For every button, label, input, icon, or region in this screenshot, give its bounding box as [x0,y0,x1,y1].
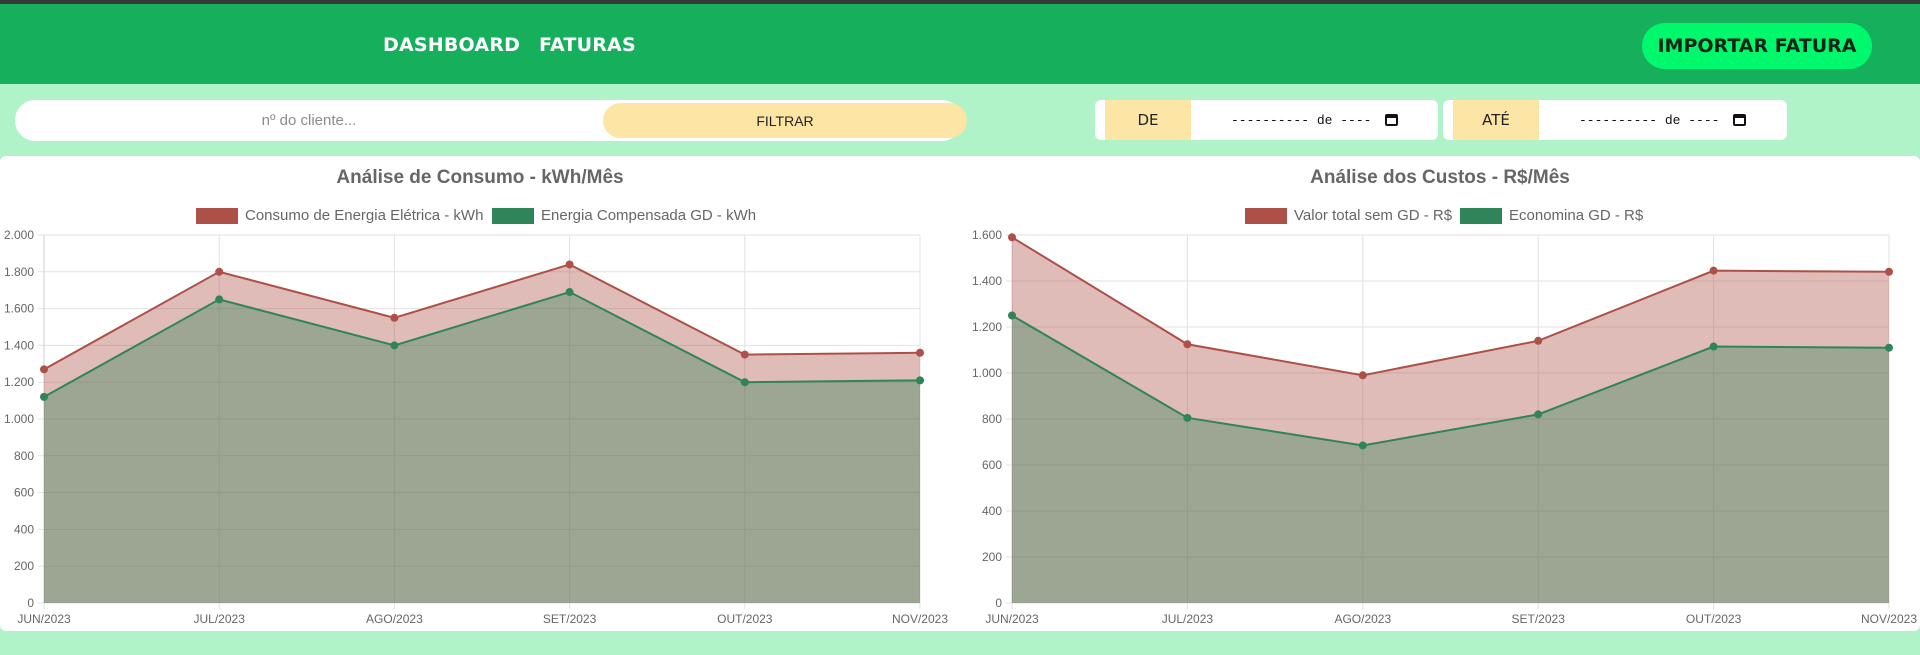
data-point [1358,371,1367,380]
x-tick-label: OUT/2023 [717,612,773,626]
y-tick-label: 800 [14,449,34,463]
y-tick-label: 1.600 [4,302,34,316]
y-tick-label: 1.600 [972,228,1002,242]
y-tick-label: 1.400 [972,274,1002,288]
y-tick-label: 2.000 [4,228,34,242]
data-point [1709,266,1718,275]
y-tick-label: 800 [982,412,1002,426]
y-tick-label: 0 [27,596,34,610]
y-tick-label: 400 [982,504,1002,518]
data-point [740,350,749,359]
data-point [1358,441,1367,450]
y-tick-label: 200 [14,559,34,573]
x-tick-label: OUT/2023 [1686,612,1742,626]
series-area [44,292,920,603]
data-point [1008,311,1016,320]
data-point [1008,233,1016,242]
y-tick-label: 600 [14,486,34,500]
data-point [565,260,574,269]
y-tick-label: 1.200 [4,375,34,389]
data-point [390,341,399,350]
x-tick-label: JUN/2023 [17,612,71,626]
data-point [1183,340,1192,349]
y-tick-label: 1.000 [4,412,34,426]
x-tick-label: JUL/2023 [194,612,246,626]
data-point [215,295,224,304]
y-tick-label: 1.200 [972,320,1002,334]
data-point [740,378,749,387]
x-tick-label: NOV/2023 [892,612,948,626]
data-point [916,376,924,385]
data-point [215,267,224,276]
y-tick-label: 0 [995,596,1002,610]
data-point [40,392,48,401]
data-point [1885,267,1893,276]
x-tick-label: AGO/2023 [366,612,423,626]
data-point [40,365,48,374]
x-tick-label: JUL/2023 [1162,612,1214,626]
data-point [1534,336,1543,345]
data-point [1709,342,1718,351]
y-tick-label: 400 [14,522,34,536]
data-point [390,313,399,322]
data-point [565,288,574,297]
data-point [1885,343,1893,352]
consumption-area-chart: 0 200 400 600 800 1.000 1.200 1.400 1.600 1.800 2.… [4,228,1917,626]
data-point [1534,410,1543,419]
x-tick-label: JUN/2023 [985,612,1039,626]
y-tick-label: 200 [982,550,1002,564]
x-tick-label: AGO/2023 [1334,612,1391,626]
x-tick-label: NOV/2023 [1861,612,1917,626]
y-tick-label: 1.000 [972,366,1002,380]
x-tick-label: SET/2023 [1512,612,1566,626]
y-tick-label: 600 [982,458,1002,472]
y-tick-label: 1.800 [4,265,34,279]
x-tick-label: SET/2023 [543,612,597,626]
data-point [916,348,924,357]
y-tick-label: 1.400 [4,338,34,352]
data-point [1183,413,1192,422]
